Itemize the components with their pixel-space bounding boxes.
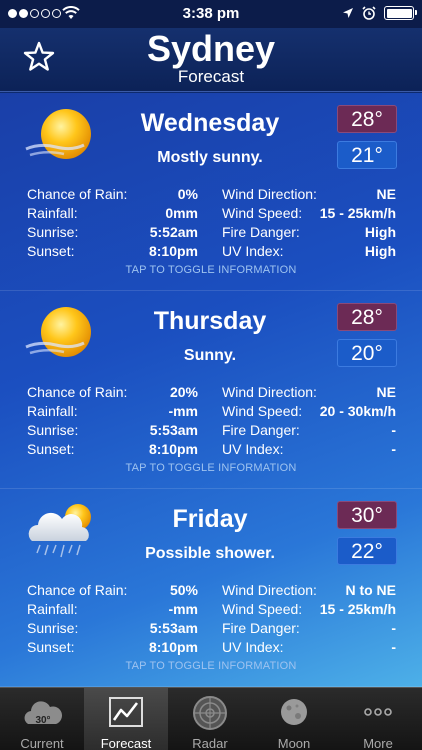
tab-label: Radar [192, 736, 228, 750]
rainfall-label: Rainfall: [27, 601, 78, 617]
info-right-column: Wind Direction: NE Wind Speed: 15 - 25km/h… [222, 185, 396, 261]
alarm-icon [362, 6, 376, 20]
forecast-day-card[interactable]: Thursday Sunny. 28° 20° Chance of Rain: 2… [0, 291, 422, 489]
fire-danger-label: Fire Danger: [222, 422, 300, 438]
location-arrow-icon [343, 8, 353, 18]
info-left-column: Chance of Rain: 50% Rainfall: -mm Sunrise:… [27, 581, 198, 657]
status-bar: 3:38 pm [0, 0, 422, 28]
chance-of-rain-value: 20% [169, 384, 198, 400]
low-temp: 22° [337, 537, 397, 565]
uv-index-label: UV Index: [222, 243, 284, 259]
sunrise-label: Sunrise: [27, 620, 79, 636]
sunset-label: Sunset: [27, 243, 75, 259]
fire-danger-label: Fire Danger: [222, 620, 300, 636]
rainfall-value: 0mm [165, 205, 198, 221]
wind-direction-label: Wind Direction: [222, 186, 317, 202]
battery-icon [384, 6, 417, 20]
toggle-info-hint[interactable]: TAP TO TOGGLE INFORMATION [0, 660, 422, 672]
forecast-day-card[interactable]: Friday Possible shower. 30° 22° Chance o… [0, 489, 422, 687]
tab-moon[interactable]: Moon [252, 688, 336, 750]
toggle-info-hint[interactable]: TAP TO TOGGLE INFORMATION [0, 462, 422, 474]
wind-speed-label: Wind Speed: [222, 205, 303, 221]
tab-label: Current [20, 736, 64, 750]
uv-index-value: High [364, 243, 396, 259]
low-temp: 20° [337, 339, 397, 367]
current-temp-text: 30° [35, 715, 50, 726]
day-summary: Mostly sunny. [157, 149, 263, 166]
radar-icon [193, 696, 227, 730]
wind-direction-value: NE [376, 384, 396, 400]
info-right-column: Wind Direction: N to NE Wind Speed: 15 - 2… [222, 581, 396, 657]
high-temp: 28° [337, 105, 397, 133]
chance-of-rain-label: Chance of Rain: [27, 186, 128, 202]
info-left-column: Chance of Rain: 20% Rainfall: -mm Sunrise:… [27, 383, 198, 459]
toggle-info-hint[interactable]: TAP TO TOGGLE INFORMATION [0, 264, 422, 276]
tab-label: Moon [277, 736, 311, 750]
chance-of-rain-value: 0% [177, 186, 198, 202]
uv-index-label: UV Index: [222, 441, 284, 457]
wind-speed-value: 20 - 30km/h [319, 403, 396, 419]
tab-current[interactable]: 30° Current [0, 688, 84, 750]
wind-speed-label: Wind Speed: [222, 403, 303, 419]
wind-direction-value: N to NE [345, 582, 396, 598]
info-right-column: Wind Direction: NE Wind Speed: 20 - 30km/h… [222, 383, 396, 459]
chance-of-rain-value: 50% [169, 582, 198, 598]
fire-danger-value: - [391, 620, 396, 636]
rainfall-label: Rainfall: [27, 205, 78, 221]
sunset-label: Sunset: [27, 639, 75, 655]
current-weather-icon: 30° [24, 701, 62, 726]
day-summary: Sunny. [183, 347, 237, 364]
moon-icon [281, 699, 307, 725]
sunset-value: 8:10pm [148, 243, 198, 259]
wind-speed-label: Wind Speed: [222, 601, 303, 617]
wind-direction-value: NE [376, 186, 396, 202]
day-name: Wednesday [140, 109, 280, 137]
wind-speed-value: 15 - 25km/h [319, 205, 396, 221]
header-subtitle: Forecast [177, 67, 245, 86]
day-summary: Possible shower. [145, 545, 275, 562]
sunset-value: 8:10pm [148, 441, 198, 457]
tab-label: More [363, 736, 393, 750]
rainfall-value: -mm [168, 403, 198, 419]
forecast-list: Wednesday Mostly sunny. 28° 21° Chance o… [0, 93, 422, 687]
uv-index-value: - [391, 639, 396, 655]
tab-bar: 30° Current Forecast Radar Moon More [0, 687, 422, 750]
uv-index-label: UV Index: [222, 639, 284, 655]
high-temp: 28° [337, 303, 397, 331]
day-name: Thursday [153, 307, 267, 335]
chance-of-rain-label: Chance of Rain: [27, 582, 128, 598]
wind-direction-label: Wind Direction: [222, 582, 317, 598]
tab-radar[interactable]: Radar [168, 688, 252, 750]
day-name: Friday [172, 505, 248, 533]
sunrise-label: Sunrise: [27, 422, 79, 438]
wind-speed-value: 15 - 25km/h [319, 601, 396, 617]
rainfall-label: Rainfall: [27, 403, 78, 419]
fire-danger-label: Fire Danger: [222, 224, 300, 240]
sunset-value: 8:10pm [148, 639, 198, 655]
sunrise-value: 5:53am [149, 422, 198, 438]
more-icon [364, 708, 392, 716]
sunrise-label: Sunrise: [27, 224, 79, 240]
rainfall-value: -mm [168, 601, 198, 617]
forecast-day-card[interactable]: Wednesday Mostly sunny. 28° 21° Chance o… [0, 93, 422, 291]
tab-more[interactable]: More [336, 688, 420, 750]
high-temp: 30° [337, 501, 397, 529]
sunrise-value: 5:52am [149, 224, 198, 240]
forecast-chart-icon [109, 697, 143, 727]
low-temp: 21° [337, 141, 397, 169]
sunset-label: Sunset: [27, 441, 75, 457]
tab-label: Forecast [100, 736, 152, 750]
fire-danger-value: High [364, 224, 396, 240]
city-title: Sydney [146, 28, 276, 69]
uv-index-value: - [391, 441, 396, 457]
info-left-column: Chance of Rain: 0% Rainfall: 0mm Sunrise: 5… [27, 185, 198, 261]
chance-of-rain-label: Chance of Rain: [27, 384, 128, 400]
tab-forecast[interactable]: Forecast [84, 688, 168, 750]
header: Sydney Forecast [0, 28, 422, 92]
wind-direction-label: Wind Direction: [222, 384, 317, 400]
fire-danger-value: - [391, 422, 396, 438]
sunrise-value: 5:53am [149, 620, 198, 636]
